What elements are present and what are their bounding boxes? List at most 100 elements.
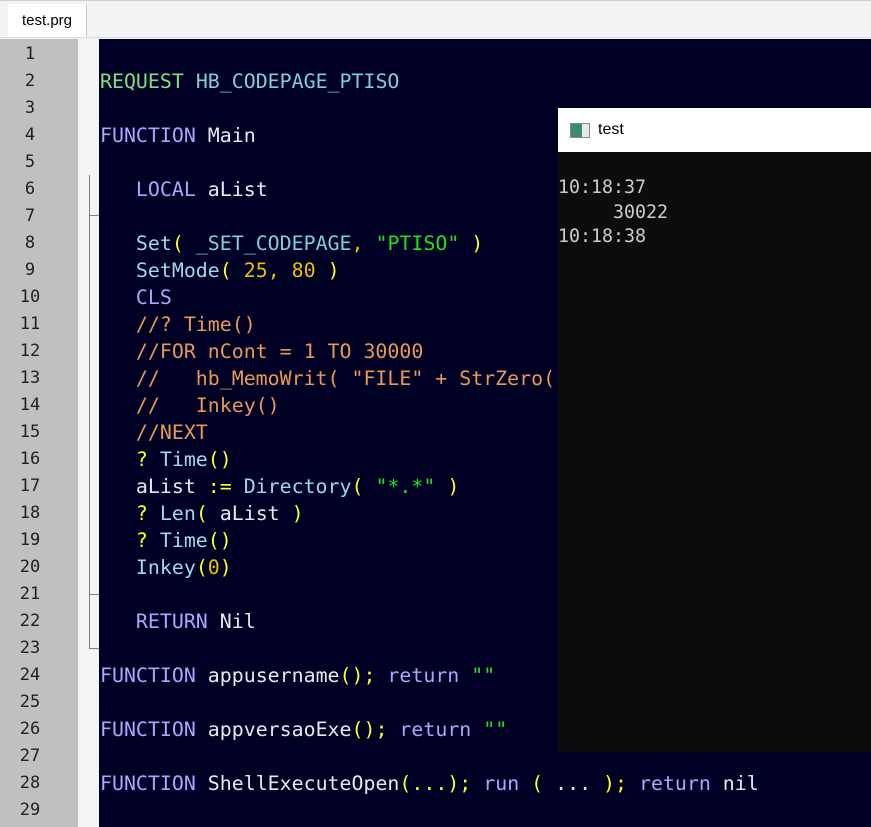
- code-line: ? Time(): [100, 527, 232, 554]
- code-token: "PTISO": [375, 231, 460, 255]
- code-line: SetMode( 25, 80 ): [100, 257, 340, 284]
- code-token: REQUEST: [100, 69, 184, 93]
- code-line: FUNCTION Main: [100, 122, 256, 149]
- code-token: LOCAL: [100, 177, 196, 201]
- code-token: (: [171, 231, 184, 255]
- console-output-line: 10:18:38: [558, 226, 647, 247]
- console-title-bar[interactable]: test: [558, 108, 871, 152]
- tab-test-prg[interactable]: test.prg: [8, 4, 87, 37]
- code-line: FUNCTION appusername(); return "": [100, 662, 495, 689]
- code-line: CLS: [100, 284, 172, 311]
- code-line: Set( _SET_CODEPAGE, "PTISO" ): [100, 230, 483, 257]
- code-token: //FOR nCont = 1 TO 30000: [100, 339, 424, 363]
- code-token: ): [603, 771, 616, 795]
- code-token: Time: [147, 528, 208, 552]
- line-number: 10: [19, 286, 41, 307]
- line-number: 19: [19, 529, 41, 550]
- console-output-line: 10:18:37: [558, 177, 647, 198]
- code-token: nil: [710, 771, 759, 795]
- fold-end: [89, 648, 99, 649]
- line-number: 23: [19, 637, 41, 658]
- code-token: Nil: [207, 609, 256, 633]
- code-token: ?: [100, 501, 148, 525]
- code-line: Inkey(0): [100, 554, 232, 581]
- code-line: // Inkey(): [100, 392, 280, 419]
- code-token: (...): [399, 771, 460, 795]
- line-number: 18: [19, 502, 41, 523]
- code-token: ;: [459, 771, 472, 795]
- line-number: 8: [24, 232, 36, 253]
- code-token: //NEXT: [100, 420, 208, 444]
- code-line: REQUEST HB_CODEPAGE_PTISO: [100, 68, 399, 95]
- code-token: (: [195, 501, 208, 525]
- code-token: ShellExecuteOpen: [195, 771, 400, 795]
- line-number: 22: [19, 610, 41, 631]
- code-line: //FOR nCont = 1 TO 30000: [100, 338, 423, 365]
- code-token: appversaoExe: [195, 717, 352, 741]
- line-number: 17: [19, 475, 41, 496]
- code-token: HB_CODEPAGE_PTISO: [195, 69, 400, 93]
- tab-bar: test.prg: [0, 0, 871, 38]
- code-token: (): [339, 663, 364, 687]
- code-token: // Inkey(): [100, 393, 280, 417]
- line-number: 12: [19, 340, 41, 361]
- code-token: (): [351, 717, 376, 741]
- code-token: (: [195, 555, 208, 579]
- code-token: return: [627, 771, 711, 795]
- line-number: 1: [24, 43, 36, 64]
- code-token: ;: [363, 663, 376, 687]
- code-token: // hb_MemoWrit( "FILE" + StrZero(: [100, 366, 556, 390]
- code-token: Len: [147, 501, 196, 525]
- code-token: (): [207, 447, 232, 471]
- line-number: 11: [19, 313, 41, 334]
- code-line: FUNCTION ShellExecuteOpen(...); run ( ..…: [100, 770, 759, 797]
- code-token: FUNCTION: [100, 717, 196, 741]
- line-number: 16: [19, 448, 41, 469]
- console-output-line: 30022: [558, 202, 669, 223]
- code-token: (: [531, 771, 544, 795]
- code-token: "": [471, 663, 496, 687]
- code-line: // hb_MemoWrit( "FILE" + StrZero(: [100, 365, 555, 392]
- code-token: FUNCTION: [100, 663, 196, 687]
- line-number: 15: [19, 421, 41, 442]
- code-token: FUNCTION: [100, 123, 196, 147]
- code-token: ,: [267, 258, 280, 282]
- console-app-icon: [570, 122, 590, 138]
- code-token: FUNCTION: [100, 771, 196, 795]
- code-token: ,: [351, 231, 364, 255]
- code-token: _SET_CODEPAGE: [195, 231, 352, 255]
- code-token: 80: [291, 258, 316, 282]
- code-line: LOCAL aList: [100, 176, 268, 203]
- code-token: (): [207, 528, 232, 552]
- line-number: 29: [19, 799, 41, 820]
- line-number: 3: [24, 97, 36, 118]
- code-token: RETURN: [100, 609, 208, 633]
- line-number: 2: [24, 70, 36, 91]
- console-window[interactable]: test 10:18:37 30022 10:18:38: [558, 108, 871, 752]
- fold-tick: [89, 594, 99, 595]
- code-token: //? Time(): [100, 312, 256, 336]
- line-number: 14: [19, 394, 41, 415]
- code-token: ): [447, 474, 460, 498]
- code-token: (: [219, 258, 232, 282]
- code-token: CLS: [100, 285, 172, 309]
- code-token: ;: [375, 717, 388, 741]
- code-token: ): [291, 501, 304, 525]
- code-token: "*.*": [375, 474, 436, 498]
- code-token: :=: [207, 474, 232, 498]
- line-number: 28: [19, 772, 41, 793]
- code-token: Directory: [231, 474, 352, 498]
- code-token: aList: [207, 501, 292, 525]
- code-token: 0: [207, 555, 220, 579]
- code-line: aList := Directory( "*.*" ): [100, 473, 459, 500]
- code-token: run: [471, 771, 520, 795]
